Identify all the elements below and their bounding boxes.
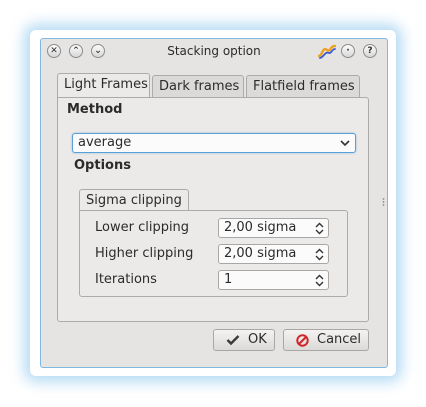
lower-clipping-value: 2,00 sigma bbox=[224, 220, 297, 235]
tab-sigma-clipping[interactable]: Sigma clipping bbox=[79, 189, 189, 211]
lower-clipping-spinbox[interactable]: 2,00 sigma bbox=[218, 218, 329, 238]
minimize-icon[interactable]: · bbox=[341, 44, 355, 58]
iterations-spinbox[interactable]: 1 bbox=[218, 270, 329, 290]
spin-arrows-icon[interactable] bbox=[315, 274, 324, 287]
cancel-button[interactable]: Cancel bbox=[283, 329, 369, 351]
higher-clipping-value: 2,00 sigma bbox=[224, 246, 297, 261]
spin-arrows-icon[interactable] bbox=[315, 248, 324, 261]
ok-button[interactable]: OK bbox=[213, 329, 275, 351]
tab-dark-frames[interactable]: Dark frames bbox=[152, 75, 244, 97]
tab-flatfield-frames[interactable]: Flatfield frames bbox=[246, 75, 360, 97]
iterations-value: 1 bbox=[224, 272, 233, 287]
title-bar[interactable]: ✕ ⌃ ⌄ Stacking option · ? bbox=[41, 39, 387, 65]
light-frames-panel: Method average Options Sigma clipping Lo… bbox=[57, 97, 369, 322]
method-select[interactable]: average bbox=[72, 133, 356, 153]
dialog-window: ✕ ⌃ ⌄ Stacking option · ? Light Frames D… bbox=[40, 38, 388, 368]
cancel-button-label: Cancel bbox=[317, 332, 362, 347]
lower-clipping-label: Lower clipping bbox=[95, 220, 190, 235]
chevron-down-icon bbox=[340, 140, 350, 147]
method-label: Method bbox=[67, 102, 123, 117]
checkmark-icon bbox=[226, 335, 240, 346]
iterations-label: Iterations bbox=[95, 272, 157, 287]
tab-light-frames[interactable]: Light Frames bbox=[57, 73, 150, 97]
cancel-icon bbox=[296, 334, 309, 347]
resize-grip-icon[interactable] bbox=[382, 197, 385, 207]
sigma-clipping-panel: Lower clipping 2,00 sigma Higher clippin… bbox=[79, 210, 348, 297]
spin-arrows-icon[interactable] bbox=[315, 222, 324, 235]
ok-button-label: OK bbox=[248, 332, 267, 347]
help-icon[interactable]: ? bbox=[363, 44, 377, 58]
options-label: Options bbox=[74, 158, 131, 173]
method-select-value: average bbox=[78, 135, 132, 150]
higher-clipping-label: Higher clipping bbox=[95, 246, 194, 261]
app-icon bbox=[318, 44, 336, 59]
higher-clipping-spinbox[interactable]: 2,00 sigma bbox=[218, 244, 329, 264]
